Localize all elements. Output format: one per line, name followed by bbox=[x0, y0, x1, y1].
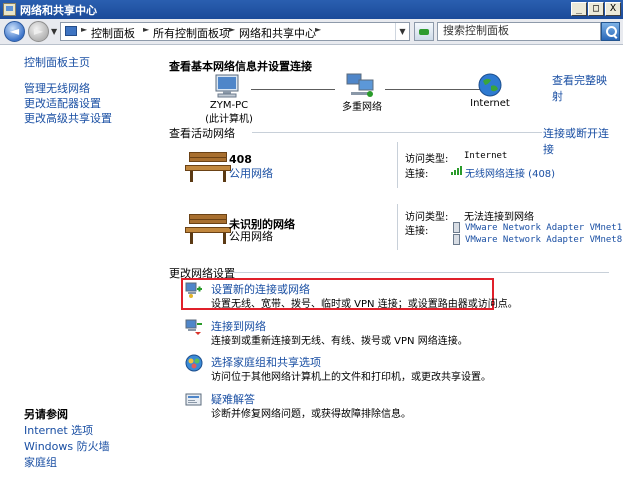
public-network-icon bbox=[185, 150, 231, 184]
active-networks-header: 查看活动网络 bbox=[169, 127, 235, 140]
network-type: 公用网络 bbox=[229, 230, 273, 243]
breadcrumb-network-center[interactable]: 网络和共享中心 bbox=[239, 25, 316, 41]
public-network-icon bbox=[185, 212, 231, 246]
troubleshoot-icon bbox=[185, 393, 202, 406]
homegroup-link[interactable]: 家庭组 bbox=[24, 454, 57, 470]
access-type-label: 访问类型: bbox=[405, 154, 449, 165]
address-dropdown[interactable]: ▼ bbox=[395, 23, 409, 40]
connect-disconnect-link[interactable]: 连接或断开连接 bbox=[543, 125, 609, 157]
full-map-link[interactable]: 查看完整映射 bbox=[552, 72, 609, 104]
task-description: 连接到或重新连接到无线、有线、拨号或 VPN 网络连接。 bbox=[211, 336, 468, 347]
vmnet8-link[interactable]: VMware Network Adapter VMnet8 bbox=[465, 235, 622, 245]
sidebar: 控制面板主页 管理无线网络 更改适配器设置 更改高级共享设置 另请参阅 Inte… bbox=[0, 46, 148, 480]
manage-wireless-link[interactable]: 管理无线网络 bbox=[24, 80, 90, 96]
task-description: 设置无线、宽带、拨号、临时或 VPN 连接；或设置路由器或访问点。 bbox=[211, 299, 518, 310]
connection-line bbox=[251, 89, 335, 90]
wireless-connection-link[interactable]: 无线网络连接 (408) bbox=[465, 165, 555, 180]
recent-pages-dropdown[interactable]: ▼ bbox=[51, 27, 57, 36]
breadcrumb-arrow-icon[interactable]: ► bbox=[81, 25, 87, 34]
node-label-internet: Internet bbox=[470, 98, 510, 109]
address-box[interactable]: ► 控制面板 ► 所有控制面板项 ► 网络和共享中心 ► ▼ bbox=[60, 22, 410, 41]
internet-options-link[interactable]: Internet 选项 bbox=[24, 422, 93, 438]
advanced-sharing-link[interactable]: 更改高级共享设置 bbox=[24, 110, 112, 126]
network-type-link[interactable]: 公用网络 bbox=[229, 165, 273, 181]
vmnet1-link[interactable]: VMware Network Adapter VMnet1 bbox=[465, 223, 622, 233]
task-description: 诊断并修复网络问题，或获得故障排除信息。 bbox=[211, 409, 411, 420]
network-icon[interactable] bbox=[345, 72, 377, 98]
see-also-title: 另请参阅 bbox=[24, 408, 68, 421]
computer-icon[interactable] bbox=[213, 74, 243, 100]
globe-icon[interactable] bbox=[477, 72, 503, 98]
adapter-settings-link[interactable]: 更改适配器设置 bbox=[24, 95, 101, 111]
windows-firewall-link[interactable]: Windows 防火墙 bbox=[24, 438, 110, 454]
new-connection-icon bbox=[185, 282, 202, 298]
access-type-value: Internet bbox=[464, 151, 508, 161]
task-description: 访问位于其他网络计算机上的文件和打印机，或更改共享设置。 bbox=[211, 372, 491, 383]
search-input[interactable]: 搜索控制面板 bbox=[437, 22, 601, 41]
window-title: 网络和共享中心 bbox=[20, 4, 97, 17]
forward-button[interactable]: ► bbox=[28, 21, 49, 42]
breadcrumb-arrow-icon[interactable]: ► bbox=[143, 25, 149, 34]
access-type-label: 访问类型: bbox=[405, 212, 449, 223]
network-adapter-icon bbox=[453, 234, 460, 245]
breadcrumb-arrow-icon[interactable]: ► bbox=[229, 25, 235, 34]
control-panel-icon bbox=[65, 26, 77, 36]
node-label-network: 多重网络 bbox=[342, 102, 382, 113]
page-title: 查看基本网络信息并设置连接 bbox=[169, 60, 312, 73]
section-divider bbox=[229, 272, 609, 273]
connection-label: 连接: bbox=[405, 169, 429, 180]
homegroup-icon bbox=[185, 354, 203, 372]
refresh-button[interactable] bbox=[414, 22, 434, 41]
minimize-button[interactable]: _ bbox=[571, 2, 587, 16]
breadcrumb-all-items[interactable]: 所有控制面板项 bbox=[153, 25, 230, 41]
content-area: 控制面板主页 管理无线网络 更改适配器设置 更改高级共享设置 另请参阅 Inte… bbox=[0, 46, 623, 480]
network-adapter-icon bbox=[453, 222, 460, 233]
wireless-signal-icon bbox=[451, 166, 463, 175]
main-panel: 查看基本网络信息并设置连接 查看完整映射 ZYM-PC (此计算机) 多重网络 … bbox=[169, 46, 622, 480]
breadcrumb-control-panel[interactable]: 控制面板 bbox=[91, 25, 135, 41]
maximize-button[interactable]: □ bbox=[588, 2, 604, 16]
back-button[interactable]: ◄ bbox=[4, 21, 25, 42]
connection-line bbox=[385, 89, 481, 90]
window-icon bbox=[3, 3, 16, 16]
title-bar: 网络和共享中心 _ □ X bbox=[0, 0, 623, 19]
breadcrumb-arrow-icon[interactable]: ► bbox=[315, 25, 321, 34]
connection-label: 连接: bbox=[405, 226, 429, 237]
column-divider bbox=[397, 142, 398, 188]
close-button[interactable]: X bbox=[605, 2, 621, 16]
access-type-value: 无法连接到网络 bbox=[464, 212, 534, 223]
address-toolbar: ◄ ► ▼ ► 控制面板 ► 所有控制面板项 ► 网络和共享中心 ► ▼ 搜索控… bbox=[0, 19, 623, 45]
node-sublabel-computer: (此计算机) bbox=[205, 114, 253, 125]
search-icon[interactable] bbox=[601, 22, 620, 41]
connect-network-icon bbox=[185, 319, 202, 335]
control-panel-home-link[interactable]: 控制面板主页 bbox=[24, 54, 90, 70]
section-divider bbox=[252, 132, 542, 133]
column-divider bbox=[397, 204, 398, 250]
